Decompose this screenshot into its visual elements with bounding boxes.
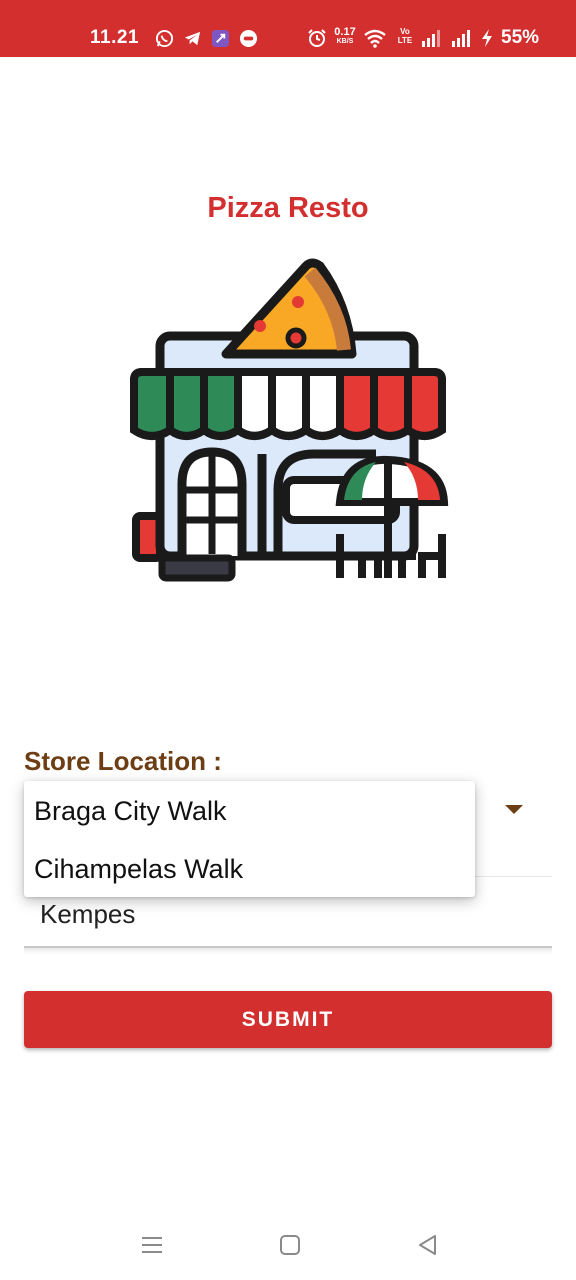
app-icon	[210, 28, 230, 48]
dropdown-option-cihampelas-walk[interactable]: Cihampelas Walk	[34, 854, 243, 885]
input-shadow	[24, 948, 552, 954]
store-location-label: Store Location :	[24, 746, 222, 776]
input-underline	[24, 946, 552, 948]
submit-button[interactable]: SUBMIT	[24, 991, 552, 1048]
volte-indicator: Vo LTE	[397, 27, 413, 45]
signal-icon	[451, 28, 473, 48]
app-title: Pizza Resto	[207, 192, 369, 224]
name-input-value[interactable]: Kempes	[40, 899, 135, 930]
dropdown-arrow-icon[interactable]	[505, 805, 523, 814]
network-speed: 0.17 KB/S	[334, 26, 356, 46]
battery-level: 55%	[501, 27, 540, 48]
back-icon[interactable]	[413, 1230, 443, 1260]
whatsapp-icon	[154, 28, 174, 48]
store-location-dropdown-menu: Braga City Walk Cihampelas Walk	[24, 781, 475, 897]
wifi-icon	[363, 28, 387, 48]
pizza-shop-icon	[126, 258, 450, 586]
charging-icon	[479, 28, 495, 48]
status-time: 11.21	[90, 27, 139, 48]
telegram-icon	[182, 28, 202, 48]
home-icon[interactable]	[275, 1230, 305, 1260]
signal-icon	[421, 28, 443, 48]
menu-icon[interactable]	[137, 1230, 167, 1260]
navigation-bar	[0, 1216, 576, 1280]
alarm-icon	[307, 28, 327, 48]
chat-icon	[238, 28, 258, 48]
status-bar: 11.21 0.17 KB/S Vo LTE 55%	[0, 0, 576, 57]
dropdown-option-braga-city-walk[interactable]: Braga City Walk	[34, 796, 227, 827]
